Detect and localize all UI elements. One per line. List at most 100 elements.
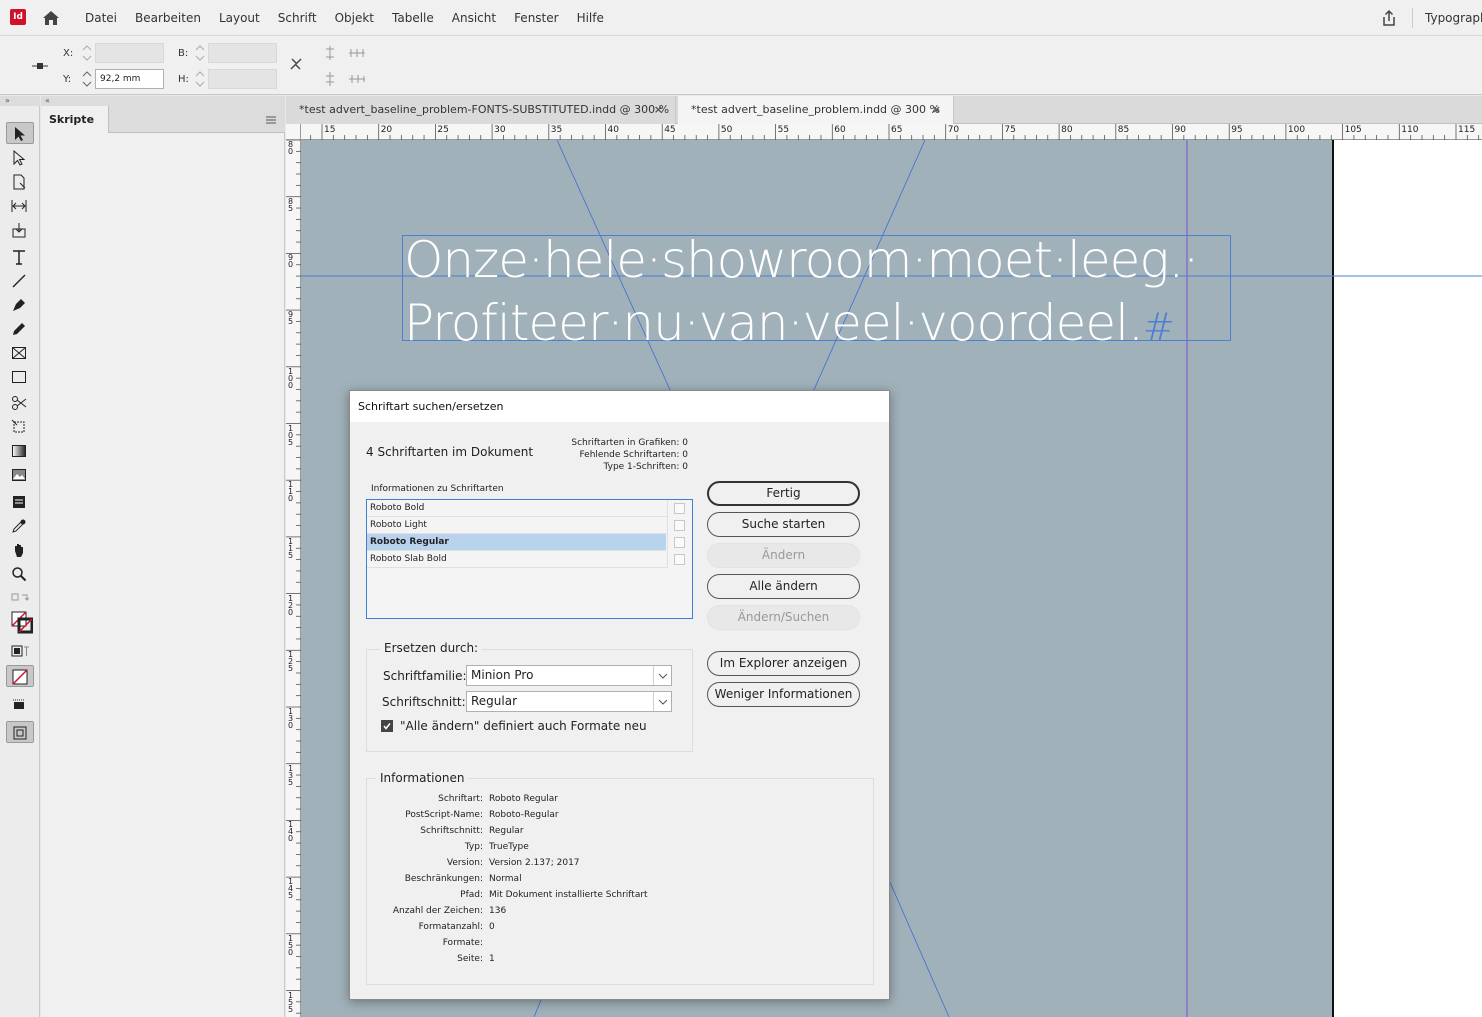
menu-schrift[interactable]: Schrift <box>269 0 326 36</box>
tools-collapse-handle[interactable]: » <box>0 96 40 106</box>
horizontal-ruler[interactable]: 15 20 25 30 35 40 45 50 55 60 65 70 75 80 85 90 95 100 105… <box>301 124 1482 140</box>
change-all-button[interactable]: Alle ändern <box>707 574 860 599</box>
eyedropper-tool[interactable] <box>6 515 34 537</box>
close-tab-icon[interactable]: × <box>932 96 941 124</box>
menu-bearbeiten[interactable]: Bearbeiten <box>126 0 210 36</box>
width-field[interactable] <box>208 43 277 63</box>
formatting-affects-container[interactable] <box>6 642 34 664</box>
menu-datei[interactable]: Datei <box>76 0 126 36</box>
font-row-checkbox[interactable] <box>674 520 685 531</box>
chevron-down-icon <box>653 692 671 711</box>
font-row-roboto-slab-bold[interactable]: Roboto Slab Bold <box>367 551 667 568</box>
font-row-roboto-regular[interactable]: Roboto Regular <box>367 534 666 551</box>
line-tool[interactable] <box>6 270 34 292</box>
menu-tabelle[interactable]: Tabelle <box>383 0 443 36</box>
zoom-tool[interactable] <box>6 563 34 585</box>
apply-none-button[interactable] <box>6 665 34 687</box>
font-row-checkbox[interactable] <box>674 537 685 548</box>
fill-stroke-swatch[interactable] <box>6 608 34 638</box>
pen-tool[interactable] <box>6 294 34 316</box>
ruler-label: 90 <box>288 253 294 270</box>
menu-layout[interactable]: Layout <box>210 0 269 36</box>
gradient-tool[interactable] <box>6 440 34 462</box>
font-information-title: Informationen <box>376 771 469 785</box>
view-mode-button[interactable] <box>6 721 34 743</box>
y-field[interactable]: 92,2 mm <box>95 69 164 89</box>
hamburger-icon <box>266 116 276 124</box>
menu-hilfe[interactable]: Hilfe <box>568 0 613 36</box>
menu-fenster[interactable]: Fenster <box>505 0 568 36</box>
chevron-down-icon <box>653 666 671 685</box>
change-button[interactable]: Ändern <box>707 543 860 568</box>
info-key: Seite: <box>457 954 483 964</box>
done-button[interactable]: Fertig <box>707 481 860 506</box>
direct-selection-tool[interactable] <box>6 147 34 169</box>
ruler-label: 100 <box>1287 125 1306 135</box>
height-stepper[interactable] <box>193 69 207 89</box>
screen-mode-button[interactable] <box>6 694 34 716</box>
vertical-ruler[interactable]: 80 85 90 95 100 105 110 115 120 125 130 135 140 145 15… <box>286 140 301 1017</box>
gradient-feather-tool[interactable] <box>6 464 34 486</box>
width-stepper[interactable] <box>193 43 207 63</box>
rectangle-tool[interactable] <box>6 366 34 388</box>
x-stepper[interactable] <box>80 43 94 63</box>
scissors-tool[interactable] <box>6 392 34 414</box>
constrain-proportions-button[interactable] <box>286 56 306 72</box>
diagonal-guide <box>533 999 542 1017</box>
distribute-vertical-button[interactable] <box>320 45 340 61</box>
document-tab-substituted[interactable]: *test advert_baseline_problem-FONTS-SUBS… <box>286 96 676 124</box>
selection-tool[interactable] <box>6 122 34 144</box>
note-tool[interactable] <box>6 491 34 513</box>
ruler-label: 100 <box>288 366 294 390</box>
find-first-button[interactable]: Suche starten <box>707 512 860 537</box>
align-vertical-button[interactable] <box>320 71 340 87</box>
menu-objekt[interactable]: Objekt <box>326 0 383 36</box>
change-find-button[interactable]: Ändern/Suchen <box>707 605 860 630</box>
gap-tool[interactable] <box>6 195 34 217</box>
close-tab-icon[interactable]: × <box>654 96 663 124</box>
x-field[interactable] <box>95 43 164 63</box>
y-stepper[interactable] <box>80 69 94 89</box>
ruler-label: 130 <box>288 707 294 730</box>
ruler-origin[interactable] <box>286 124 301 140</box>
reveal-in-explorer-button[interactable]: Im Explorer anzeigen <box>707 651 860 676</box>
distribute-spacing-button[interactable] <box>347 45 367 61</box>
free-transform-tool[interactable] <box>6 416 34 438</box>
align-horizontal-button[interactable] <box>347 71 367 87</box>
rectangle-frame-tool[interactable] <box>6 342 34 364</box>
hand-tool[interactable] <box>6 539 34 561</box>
ruler-label: 45 <box>664 125 676 135</box>
panel-menu-button[interactable] <box>265 114 277 124</box>
font-row-roboto-light[interactable]: Roboto Light <box>367 517 667 534</box>
font-row-checkbox[interactable] <box>674 503 685 514</box>
redefine-styles-checkbox[interactable] <box>381 720 393 732</box>
type-tool[interactable] <box>6 246 34 268</box>
headline-text-frame[interactable]: Onze·hele·showroom·moet·leeg.· Profiteer… <box>402 231 1231 352</box>
image-icon <box>12 469 26 481</box>
reference-point-selector[interactable] <box>30 58 50 74</box>
height-field[interactable] <box>208 69 277 89</box>
font-family-select[interactable]: Minion Pro <box>466 665 672 686</box>
menu-ansicht[interactable]: Ansicht <box>443 0 505 36</box>
document-tab-active[interactable]: *test advert_baseline_problem.indd @ 300… <box>678 96 954 124</box>
scripts-panel: « Skripte <box>41 96 285 1017</box>
ruler-label: 120 <box>288 593 294 617</box>
workspace-switcher[interactable]: Typograph <box>1425 0 1482 36</box>
ruler-label: 85 <box>1117 125 1130 135</box>
font-list[interactable]: Roboto Bold Roboto Light Roboto Regular … <box>366 499 693 619</box>
home-button[interactable] <box>40 8 62 28</box>
font-row-roboto-bold[interactable]: Roboto Bold <box>367 500 667 517</box>
font-style-label: Schriftschnitt: <box>382 695 466 709</box>
panel-collapse-handle[interactable]: « <box>41 96 285 106</box>
pencil-tool[interactable] <box>6 318 34 340</box>
content-collector-tool[interactable] <box>6 219 34 241</box>
share-button[interactable] <box>1379 8 1399 28</box>
stat-type1-fonts: Type 1-Schriften: 0 <box>603 462 688 472</box>
font-row-checkbox[interactable] <box>674 554 685 565</box>
scripts-tab[interactable]: Skripte <box>41 106 109 133</box>
font-style-select[interactable]: Regular <box>466 691 672 712</box>
note-icon <box>13 496 25 508</box>
less-info-button[interactable]: Weniger Informationen <box>707 682 860 707</box>
info-key: Beschränkungen: <box>404 874 483 884</box>
page-tool[interactable] <box>6 171 34 193</box>
